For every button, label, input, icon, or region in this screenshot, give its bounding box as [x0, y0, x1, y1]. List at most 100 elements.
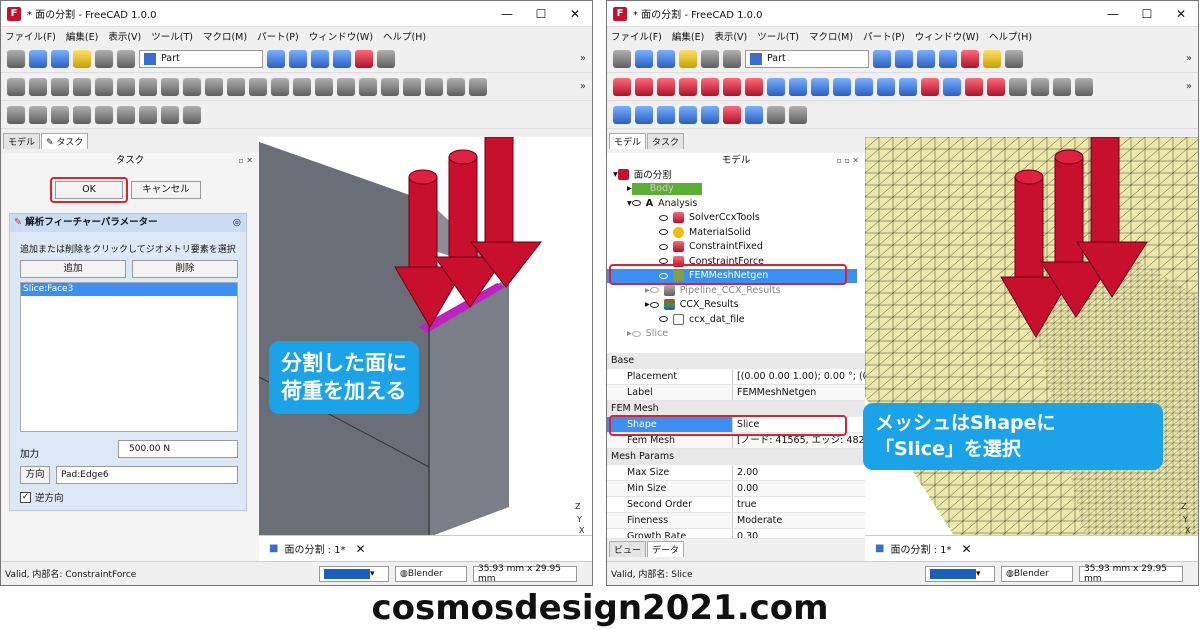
tab-data[interactable]: データ — [647, 541, 685, 557]
open-file-icon[interactable] — [29, 49, 47, 68]
fillet-icon[interactable] — [855, 77, 873, 96]
dimension-display[interactable]: 35.93 mm x 29.95 mm — [473, 564, 577, 584]
prop-label[interactable]: Label FEMMeshNetgen — [607, 385, 865, 401]
view-cube-icon[interactable] — [311, 49, 329, 68]
compound-icon[interactable] — [7, 105, 25, 124]
chamfer-icon[interactable] — [271, 77, 289, 96]
toolbar-more-icon[interactable]: » — [580, 81, 586, 92]
cone-icon[interactable] — [73, 77, 91, 96]
document-tab[interactable]: ■ 面の分割 : 1* ✕ — [259, 535, 592, 561]
undo-icon[interactable] — [73, 49, 91, 68]
tube-icon[interactable] — [723, 77, 741, 96]
direction-field[interactable]: Pad:Edge6 — [56, 466, 238, 484]
tree-item-document[interactable]: ▾ 面の分割 — [607, 167, 857, 182]
geometry-list[interactable]: Slice:Face3 — [20, 282, 238, 432]
tree-item-body[interactable]: ▸ Body — [607, 182, 857, 197]
save-icon[interactable] — [51, 49, 69, 68]
join-icon[interactable] — [723, 105, 741, 124]
draw-style-icon[interactable] — [355, 49, 373, 68]
close-tab-icon[interactable]: ✕ — [962, 542, 972, 556]
prop-placement[interactable]: Placement[(0.00 0.00 1.00); 0.00 °; (0..… — [607, 369, 865, 385]
common-icon[interactable] — [701, 105, 719, 124]
menu-help[interactable]: ヘルプ(H) — [383, 29, 426, 43]
reverse-direction-row[interactable]: ✓ 逆方向 — [20, 490, 64, 504]
tree-item-results[interactable]: ▸ CCX_Results — [607, 298, 857, 313]
boolean-icon[interactable] — [29, 105, 47, 124]
visibility-eye-icon[interactable] — [631, 200, 641, 207]
common-icon[interactable] — [95, 105, 113, 124]
measure-icon[interactable] — [939, 49, 957, 68]
primitives-icon[interactable] — [139, 77, 157, 96]
menu-part[interactable]: パート(P) — [863, 29, 905, 43]
maximize-button[interactable]: ☐ — [1130, 7, 1164, 21]
torus-icon[interactable] — [701, 77, 719, 96]
redo-icon[interactable] — [95, 49, 113, 68]
collapse-icon[interactable]: ◎ — [233, 214, 241, 232]
toolbar-more-icon[interactable]: » — [580, 53, 586, 64]
whats-this-icon[interactable] — [1005, 49, 1023, 68]
refresh-icon[interactable] — [117, 49, 135, 68]
prop-max-size[interactable]: Max Size 2.00 — [607, 465, 865, 481]
menu-view[interactable]: 表示(V) — [714, 29, 747, 43]
offset-icon[interactable] — [425, 77, 443, 96]
offset-icon[interactable] — [1031, 77, 1049, 96]
tube-icon[interactable] — [117, 77, 135, 96]
prop-second-order[interactable]: Second Order true — [607, 497, 865, 513]
prop-value[interactable]: 2.00 — [733, 465, 865, 480]
prop-value[interactable]: FEMMeshNetgen — [733, 385, 865, 400]
menu-view[interactable]: 表示(V) — [108, 29, 141, 43]
direction-button[interactable]: 方向 — [20, 466, 50, 484]
prop-fineness[interactable]: Fineness Moderate — [607, 513, 865, 529]
minimize-button[interactable]: — — [1096, 7, 1130, 21]
close-tab-icon[interactable]: ✕ — [356, 542, 366, 556]
cut-icon[interactable] — [657, 105, 675, 124]
remove-button[interactable]: 削除 — [132, 260, 238, 278]
add-button[interactable]: 追加 — [20, 260, 126, 278]
visibility-eye-icon[interactable] — [659, 243, 668, 250]
close-button[interactable]: ✕ — [558, 7, 592, 21]
tree-item-dat-file[interactable]: ccx_dat_file — [607, 312, 857, 327]
fuse-icon[interactable] — [679, 105, 697, 124]
mirror-icon[interactable] — [833, 77, 851, 96]
cross-section-icon[interactable] — [1009, 77, 1027, 96]
tree-item-analysis[interactable]: ▾ A Analysis — [607, 196, 857, 211]
extrude-icon[interactable] — [789, 77, 807, 96]
3d-viewport[interactable]: Z Y X — [259, 137, 592, 537]
dimension-display[interactable]: 35.93 mm x 29.95 mm — [1079, 564, 1183, 584]
minimize-button[interactable]: — — [490, 7, 524, 21]
tab-task[interactable]: タスク — [647, 133, 685, 149]
visibility-eye-icon[interactable] — [659, 214, 668, 221]
section-icon[interactable] — [987, 77, 1005, 96]
menu-tools[interactable]: ツール(T) — [151, 29, 193, 43]
measure-icon[interactable] — [333, 49, 351, 68]
open-file-icon[interactable] — [635, 49, 653, 68]
primitives-icon[interactable] — [745, 77, 763, 96]
torus-icon[interactable] — [95, 77, 113, 96]
projection-icon[interactable] — [469, 77, 487, 96]
projection-icon[interactable] — [1075, 77, 1093, 96]
defeaturing-icon[interactable] — [789, 105, 807, 124]
menu-edit[interactable]: 編集(E) — [66, 29, 98, 43]
menu-file[interactable]: ファイル(F) — [5, 29, 56, 43]
revolve-icon[interactable] — [205, 77, 223, 96]
toolbar-more-icon[interactable]: » — [1186, 53, 1192, 64]
3d-viewport[interactable]: Z Y X — [865, 137, 1198, 537]
part-icon[interactable] — [983, 49, 1001, 68]
chamfer-icon[interactable] — [877, 77, 895, 96]
revolve-icon[interactable] — [811, 77, 829, 96]
box-icon[interactable] — [613, 77, 631, 96]
toolbar-more-icon[interactable]: » — [1186, 81, 1192, 92]
menu-window[interactable]: ウィンドウ(W) — [915, 29, 979, 43]
visibility-eye-icon[interactable] — [631, 330, 641, 337]
box-icon[interactable] — [7, 77, 25, 96]
prop-value[interactable]: true — [733, 497, 865, 512]
status-color-selector[interactable]: ▾ — [925, 566, 995, 582]
prop-growth-rate[interactable]: Growth Rate 0.30 — [607, 529, 865, 539]
refresh-icon[interactable] — [723, 49, 741, 68]
cut-icon[interactable] — [51, 105, 69, 124]
force-input[interactable]: 500.00 N — [118, 440, 238, 458]
sweep-icon[interactable] — [359, 77, 377, 96]
tree-item-solver[interactable]: SolverCcxTools — [607, 211, 857, 226]
visibility-eye-icon[interactable] — [649, 287, 659, 294]
redo-icon[interactable] — [701, 49, 719, 68]
